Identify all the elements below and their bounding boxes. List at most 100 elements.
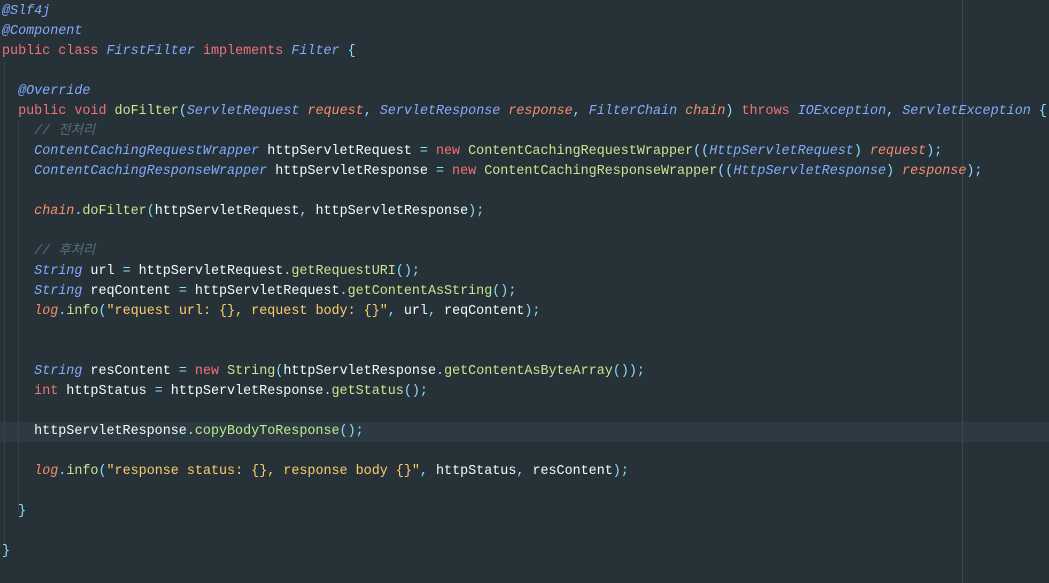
code-token: new: [194, 364, 220, 379]
code-line[interactable]: [2, 182, 1047, 202]
code-token: );: [524, 304, 541, 319]
code-token: ServletResponse: [379, 104, 501, 119]
code-token: );: [926, 144, 943, 159]
code-token: implements: [202, 44, 284, 59]
code-token: "response status: {}, response body {}": [106, 464, 420, 479]
code-line[interactable]: @Component: [2, 22, 1047, 42]
code-token: class: [58, 44, 99, 59]
code-token: @Override: [2, 84, 91, 99]
code-token: url: [403, 304, 428, 319]
code-line[interactable]: log.info("response status: {}, response …: [2, 462, 1047, 482]
code-token: ((: [717, 164, 734, 179]
code-token: reqContent: [82, 284, 179, 299]
code-token: }: [2, 544, 11, 559]
code-token: =: [122, 264, 131, 279]
code-token: HttpServletResponse: [733, 164, 887, 179]
code-token: Filter: [291, 44, 340, 59]
code-token: doFilter: [114, 104, 179, 119]
code-line[interactable]: String resContent = new String(httpServl…: [2, 362, 1047, 382]
code-line[interactable]: chain.doFilter(httpServletRequest, httpS…: [2, 202, 1047, 222]
code-token: =: [435, 164, 444, 179]
code-token: {: [339, 44, 356, 59]
code-line[interactable]: [2, 62, 1047, 82]
code-token: request: [307, 104, 364, 119]
code-line[interactable]: ContentCachingResponseWrapper httpServle…: [2, 162, 1047, 182]
code-line[interactable]: @Override: [2, 82, 1047, 102]
code-line[interactable]: public class FirstFilter implements Filt…: [2, 42, 1047, 62]
code-token: ,: [419, 464, 436, 479]
code-token: String: [34, 284, 83, 299]
code-token: =: [178, 284, 187, 299]
code-token: request: [869, 144, 927, 159]
code-line[interactable]: [2, 442, 1047, 462]
code-token: reqContent: [444, 304, 525, 319]
code-token: doFilter: [82, 204, 147, 219]
code-token: .: [323, 384, 332, 399]
code-text[interactable]: @Slf4j @Component public class FirstFilter…: [2, 2, 1047, 562]
code-token: ,: [427, 304, 445, 319]
code-token: =: [419, 144, 428, 159]
code-line[interactable]: [2, 222, 1047, 242]
code-line[interactable]: [2, 522, 1047, 542]
code-line[interactable]: }: [2, 502, 1047, 522]
code-token: httpStatus: [436, 464, 517, 479]
code-token: String: [227, 364, 276, 379]
code-token: ());: [612, 364, 645, 379]
code-token: log: [34, 304, 59, 319]
code-token: httpServletResponse: [283, 364, 437, 379]
code-line[interactable]: // 후처리: [2, 242, 1047, 262]
code-line[interactable]: [2, 322, 1047, 342]
code-token: httpStatus: [58, 384, 155, 399]
code-token: httpServletRequest: [154, 204, 300, 219]
code-line[interactable]: httpServletResponse.copyBodyToResponse()…: [2, 422, 1047, 442]
code-line[interactable]: [2, 342, 1047, 362]
code-line[interactable]: [2, 482, 1047, 502]
code-token: ,: [516, 464, 533, 479]
code-token: ContentCachingResponseWrapper: [484, 164, 718, 179]
code-token: // 전처리: [2, 124, 96, 139]
code-token: throws: [741, 104, 790, 119]
code-token: ();: [395, 264, 420, 279]
code-editor[interactable]: @Slf4j @Component public class FirstFilter…: [0, 0, 1049, 583]
code-token: (: [98, 304, 107, 319]
code-token: );: [468, 204, 485, 219]
code-token: ();: [403, 384, 428, 399]
code-token: ();: [492, 284, 517, 299]
code-token: ): [725, 104, 742, 119]
code-line[interactable]: @Slf4j: [2, 2, 1047, 22]
code-line[interactable]: String reqContent = httpServletRequest.g…: [2, 282, 1047, 302]
code-token: int: [34, 384, 59, 399]
code-token: ,: [299, 204, 316, 219]
code-line[interactable]: [2, 402, 1047, 422]
code-line[interactable]: int httpStatus = httpServletResponse.get…: [2, 382, 1047, 402]
code-token: =: [154, 384, 163, 399]
code-token: ContentCachingRequestWrapper: [468, 144, 694, 159]
code-token: public: [2, 44, 51, 59]
code-token: ();: [339, 424, 364, 439]
code-line[interactable]: public void doFilter(ServletRequest requ…: [2, 102, 1047, 122]
code-token: httpServletRequest: [186, 284, 340, 299]
code-token: =: [178, 364, 187, 379]
code-token: getContentAsByteArray: [444, 364, 613, 379]
code-token: HttpServletRequest: [709, 144, 854, 159]
code-token: ): [853, 144, 870, 159]
code-token: "request url: {}, request body: {}": [106, 304, 388, 319]
code-line[interactable]: log.info("request url: {}, request body:…: [2, 302, 1047, 322]
code-line[interactable]: // 전처리: [2, 122, 1047, 142]
code-token: getStatus: [331, 384, 404, 399]
code-line[interactable]: ContentCachingRequestWrapper httpServlet…: [2, 142, 1047, 162]
code-line[interactable]: String url = httpServletRequest.getReque…: [2, 262, 1047, 282]
code-token: ServletRequest: [186, 104, 300, 119]
code-line[interactable]: }: [2, 542, 1047, 562]
code-token: ,: [387, 304, 404, 319]
